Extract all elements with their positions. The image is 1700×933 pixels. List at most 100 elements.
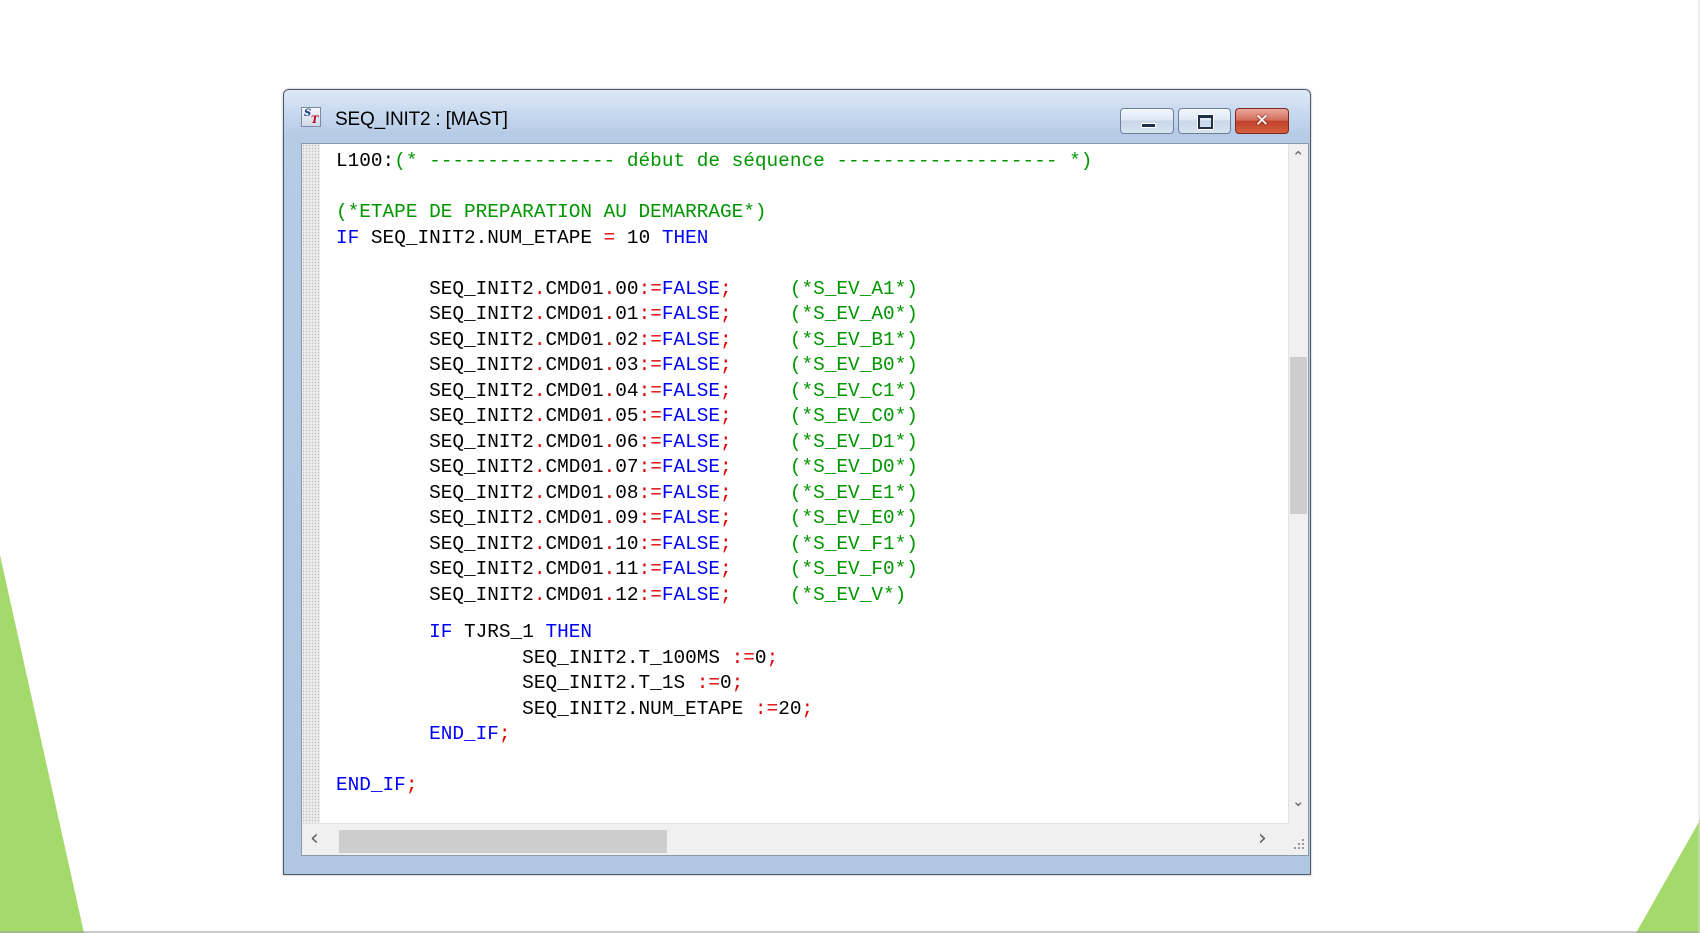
code-token: . xyxy=(603,354,616,376)
code-token: 02 xyxy=(615,328,639,351)
code-token: := xyxy=(638,481,662,504)
code-token: := xyxy=(638,532,662,555)
code-token: ; xyxy=(405,774,418,796)
code-line[interactable]: IF SEQ_INIT2.NUM_ETAPE = 10 THEN xyxy=(336,226,1092,252)
code-token: FALSE xyxy=(661,379,721,402)
chevron-up-icon[interactable]: ⌃ xyxy=(1292,148,1305,166)
chevron-left-icon[interactable]: ‹ xyxy=(310,826,319,851)
code-token: SEQ_INIT2.T_1S xyxy=(336,672,697,694)
code-line[interactable] xyxy=(336,251,1092,277)
code-line[interactable]: SEQ_INIT2.T_1S :=0; xyxy=(336,671,1092,697)
maximize-button[interactable] xyxy=(1178,108,1231,134)
code-token: CMD01 xyxy=(545,456,604,478)
code-line[interactable]: END_IF; xyxy=(336,773,1092,799)
code-token: CMD01 xyxy=(545,558,604,580)
code-editor[interactable]: L100:(* ---------------- début de séquen… xyxy=(320,144,1290,825)
code-line[interactable]: SEQ_INIT2.T_100MS :=0; xyxy=(336,646,1092,672)
code-token: . xyxy=(533,354,546,376)
code-token: (*S_EV_V*) xyxy=(789,583,907,606)
code-line[interactable]: SEQ_INIT2.CMD01.10:=FALSE; (*S_EV_F1*) xyxy=(336,532,1092,558)
code-token: 00 xyxy=(615,277,639,300)
title-bar[interactable]: S T SEQ_INIT2 : [MAST] ✕ xyxy=(284,90,1310,134)
close-button[interactable]: ✕ xyxy=(1235,108,1289,134)
code-line[interactable]: SEQ_INIT2.CMD01.09:=FALSE; (*S_EV_E0*) xyxy=(336,506,1092,532)
code-line[interactable]: L100:(* ---------------- début de séquen… xyxy=(336,149,1092,175)
code-token: := xyxy=(638,354,662,376)
icon-letter-t: T xyxy=(311,115,319,126)
code-line[interactable]: SEQ_INIT2.NUM_ETAPE :=20; xyxy=(336,697,1092,723)
code-token: ; xyxy=(720,379,732,402)
code-line[interactable]: SEQ_INIT2.CMD01.06:=FALSE; (*S_EV_D1*) xyxy=(336,430,1092,456)
code-token: SEQ_INIT2 xyxy=(336,379,534,402)
chevron-right-icon[interactable]: › xyxy=(1258,826,1267,851)
vertical-scroll-thumb[interactable] xyxy=(1290,357,1307,514)
code-line[interactable]: IF TJRS_1 THEN xyxy=(336,620,1092,646)
code-token: . xyxy=(533,277,546,300)
code-token: 04 xyxy=(615,379,639,402)
grip-dot xyxy=(1298,847,1300,849)
editor-gutter[interactable] xyxy=(302,144,320,825)
code-token: END_IF xyxy=(336,774,406,796)
code-token: (*S_EV_A0*) xyxy=(789,303,918,325)
code-line[interactable]: (*ETAPE DE PREPARATION AU DEMARRAGE*) xyxy=(336,200,1092,226)
code-token: := xyxy=(638,379,662,402)
code-line[interactable]: SEQ_INIT2.CMD01.01:=FALSE; (*S_EV_A0*) xyxy=(336,302,1092,328)
code-token: 08 xyxy=(615,481,639,504)
code-token: CMD01 xyxy=(545,405,604,427)
code-token: FALSE xyxy=(661,532,721,555)
chevron-down-icon[interactable]: ⌄ xyxy=(1292,792,1305,810)
code-token: CMD01 xyxy=(545,379,604,402)
code-token: := xyxy=(638,405,662,427)
horizontal-scroll-thumb[interactable] xyxy=(339,830,667,853)
code-token: (*S_EV_E0*) xyxy=(789,507,918,529)
horizontal-scrollbar[interactable]: ‹ › xyxy=(302,823,1290,855)
code-token: := xyxy=(731,646,755,669)
code-line[interactable]: SEQ_INIT2.CMD01.12:=FALSE; (*S_EV_V*) xyxy=(336,583,1092,609)
code-token: SEQ_INIT2 xyxy=(336,328,534,351)
editor-client-area: L100:(* ---------------- début de séquen… xyxy=(301,143,1309,856)
code-token: SEQ_INIT2 xyxy=(336,277,534,300)
code-token: 11 xyxy=(615,558,639,580)
code-line[interactable]: SEQ_INIT2.CMD01.03:=FALSE; (*S_EV_B0*) xyxy=(336,353,1092,379)
window-title: SEQ_INIT2 : [MAST] xyxy=(335,109,508,130)
code-token: THEN xyxy=(661,226,709,249)
vertical-scrollbar[interactable]: ⌃ ⌄ xyxy=(1288,144,1308,825)
code-token: CMD01 xyxy=(545,532,604,555)
code-line[interactable]: SEQ_INIT2.CMD01.05:=FALSE; (*S_EV_C0*) xyxy=(336,404,1092,430)
code-line[interactable]: SEQ_INIT2.CMD01.04:=FALSE; (*S_EV_C1*) xyxy=(336,379,1092,405)
grip-dot xyxy=(1294,847,1296,849)
code-token: ; xyxy=(720,456,732,478)
code-line[interactable] xyxy=(336,748,1092,774)
code-line[interactable]: SEQ_INIT2.CMD01.02:=FALSE; (*S_EV_B1*) xyxy=(336,328,1092,354)
code-token: FALSE xyxy=(661,583,721,606)
st-editor-window[interactable]: S T SEQ_INIT2 : [MAST] ✕ L100:(* -------… xyxy=(283,89,1311,875)
code-token: THEN xyxy=(545,621,593,643)
code-text[interactable]: L100:(* ---------------- début de séquen… xyxy=(336,144,1092,799)
code-line[interactable] xyxy=(336,175,1092,201)
code-token: SEQ_INIT2.T_100MS xyxy=(336,646,732,669)
minimize-button[interactable] xyxy=(1120,108,1174,134)
code-token: := xyxy=(638,277,662,300)
code-token: 01 xyxy=(615,303,639,325)
code-token: FALSE xyxy=(661,303,721,325)
code-token: CMD01 xyxy=(545,481,604,504)
code-token: = xyxy=(603,226,616,249)
code-token: ; xyxy=(801,697,814,720)
code-line[interactable]: SEQ_INIT2.CMD01.00:=FALSE; (*S_EV_A1*) xyxy=(336,277,1092,303)
code-token: IF xyxy=(429,621,453,643)
code-token: . xyxy=(603,507,616,529)
code-line[interactable]: SEQ_INIT2.CMD01.08:=FALSE; (*S_EV_E1*) xyxy=(336,481,1092,507)
code-token: . xyxy=(603,405,616,427)
code-token: := xyxy=(754,697,779,720)
code-line[interactable]: SEQ_INIT2.CMD01.11:=FALSE; (*S_EV_F0*) xyxy=(336,557,1092,583)
code-token: ; xyxy=(720,558,732,580)
grip-dot xyxy=(1302,839,1304,841)
code-line[interactable]: SEQ_INIT2.CMD01.07:=FALSE; (*S_EV_D0*) xyxy=(336,455,1092,481)
resize-grip[interactable] xyxy=(1288,823,1308,855)
code-token: ; xyxy=(720,481,732,504)
code-line[interactable]: END_IF; xyxy=(336,722,1092,748)
